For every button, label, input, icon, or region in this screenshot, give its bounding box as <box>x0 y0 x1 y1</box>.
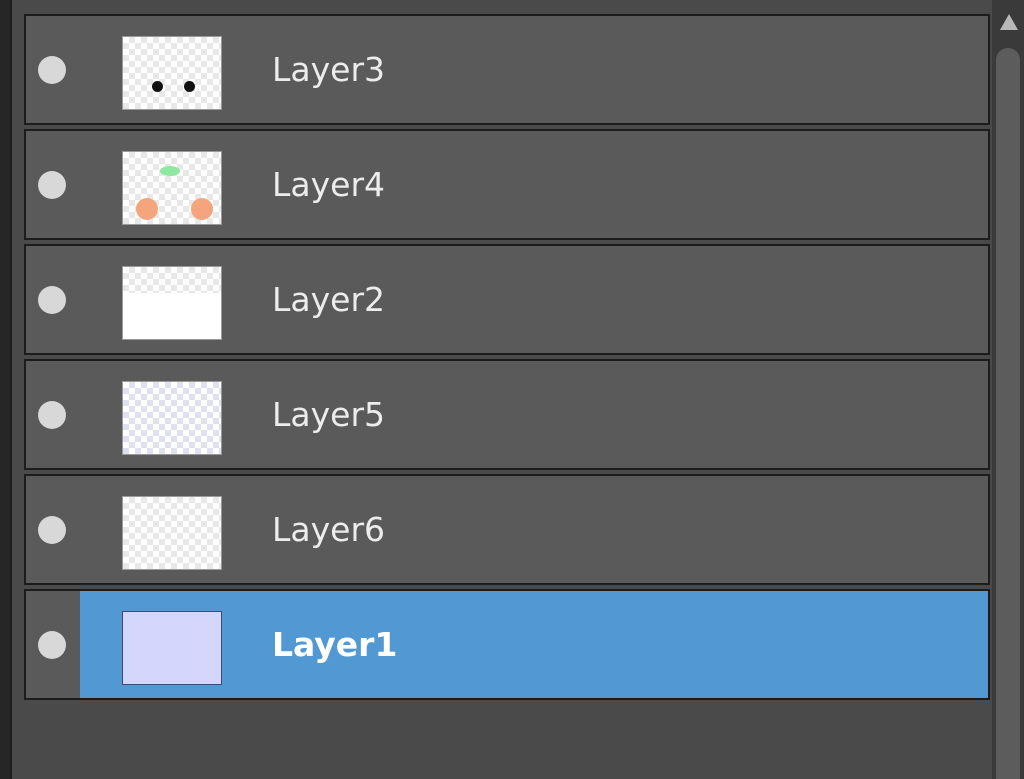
layer-thumbnail <box>122 611 222 685</box>
layer-name: Layer1 <box>272 625 398 664</box>
layer-thumbnail <box>122 266 222 340</box>
orange-dot-mark <box>136 198 158 220</box>
visibility-dot-icon[interactable] <box>38 56 66 84</box>
layer-name: Layer2 <box>272 280 386 319</box>
black-dot-mark <box>152 81 163 92</box>
white-fill-mark <box>123 293 221 339</box>
layer-row-layer1[interactable]: Layer1 <box>24 589 990 700</box>
layer-thumbnail <box>122 36 222 110</box>
scrollbar-thumb[interactable] <box>996 48 1020 779</box>
layer-row-layer3[interactable]: Layer3 <box>24 14 990 125</box>
vertical-scrollbar[interactable] <box>992 0 1024 779</box>
layer-thumbnail <box>122 151 222 225</box>
layer-thumbnail <box>122 381 222 455</box>
layer-name: Layer6 <box>272 510 386 549</box>
layer-row-layer6[interactable]: Layer6 <box>24 474 990 585</box>
black-dot-mark <box>184 81 195 92</box>
green-dot-mark <box>160 166 180 176</box>
layer-name: Layer4 <box>272 165 386 204</box>
visibility-dot-icon[interactable] <box>38 401 66 429</box>
layer-name: Layer5 <box>272 395 386 434</box>
layer-row-layer2[interactable]: Layer2 <box>24 244 990 355</box>
layer-thumbnail <box>122 496 222 570</box>
visibility-dot-icon[interactable] <box>38 516 66 544</box>
scroll-up-arrow-icon[interactable] <box>1000 14 1018 30</box>
orange-dot-mark <box>191 198 213 220</box>
layer-row-layer4[interactable]: Layer4 <box>24 129 990 240</box>
layer-row-layer5[interactable]: Layer5 <box>24 359 990 470</box>
layers-window: Layer3 Layer4 Layer2 Layer5 Layer6 Layer… <box>0 0 1024 779</box>
visibility-dot-icon[interactable] <box>38 286 66 314</box>
visibility-dot-icon[interactable] <box>38 171 66 199</box>
layers-panel: Layer3 Layer4 Layer2 Layer5 Layer6 Layer… <box>12 0 992 779</box>
visibility-dot-icon[interactable] <box>38 631 66 659</box>
panel-left-edge <box>0 0 12 779</box>
layer-name: Layer3 <box>272 50 386 89</box>
